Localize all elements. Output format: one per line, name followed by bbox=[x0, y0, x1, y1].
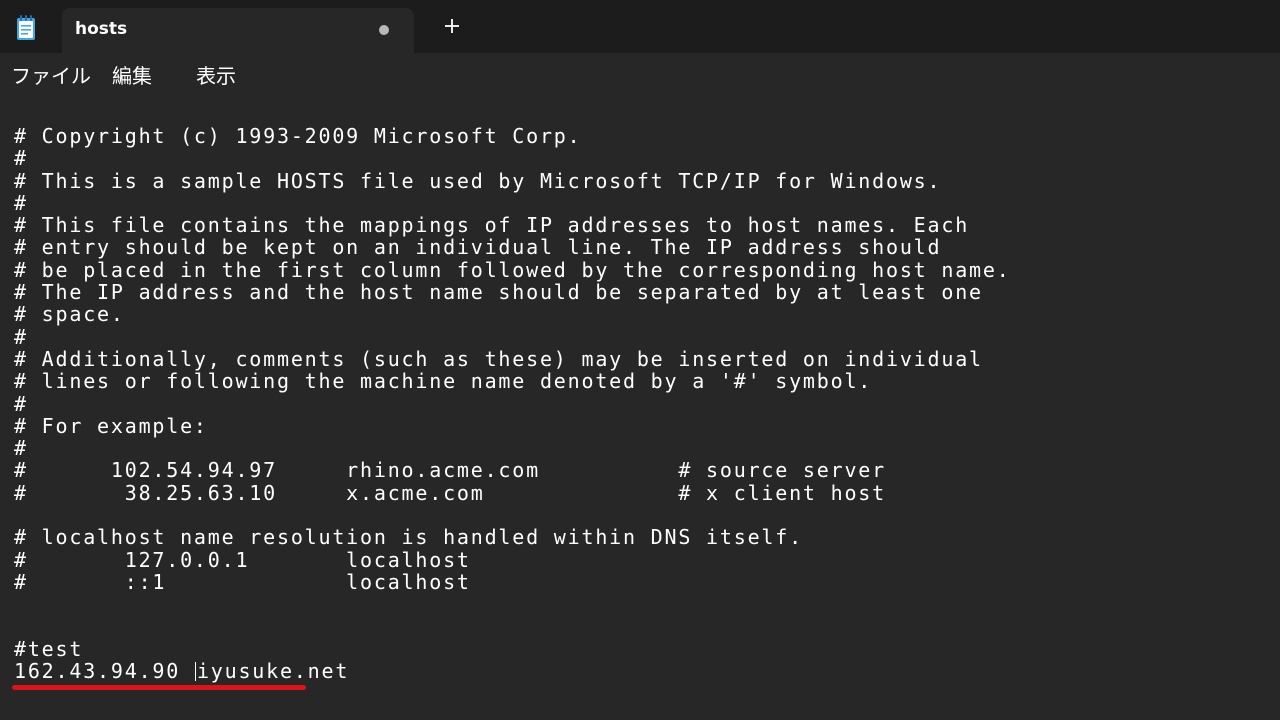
editor-line: # For example: bbox=[14, 413, 208, 438]
editor-line: # Additionally, comments (such as these)… bbox=[14, 346, 983, 371]
editor-line: # bbox=[14, 146, 28, 171]
editor-line: #test bbox=[14, 636, 84, 661]
plus-icon[interactable] bbox=[440, 14, 464, 38]
text-editor[interactable]: # Copyright (c) 1993-2009 Microsoft Corp… bbox=[0, 101, 1280, 720]
editor-line: # localhost name resolution is handled w… bbox=[14, 525, 803, 550]
menu-file[interactable]: ファイル bbox=[11, 63, 91, 89]
editor-line: # bbox=[14, 190, 28, 215]
menu-view[interactable]: 表示 bbox=[196, 63, 236, 89]
notepad-icon bbox=[17, 15, 35, 40]
editor-line: # bbox=[14, 324, 28, 349]
editor-line: # Copyright (c) 1993-2009 Microsoft Corp… bbox=[14, 124, 582, 148]
editor-line: # 127.0.0.1 localhost bbox=[14, 547, 471, 572]
tab-hosts[interactable]: hosts bbox=[62, 8, 414, 53]
editor-line: # bbox=[14, 391, 28, 416]
highlight-underline bbox=[12, 685, 306, 690]
text-caret bbox=[194, 662, 196, 682]
tab-title: hosts bbox=[75, 19, 128, 39]
editor-content[interactable]: # Copyright (c) 1993-2009 Microsoft Corp… bbox=[14, 125, 1011, 682]
menu-edit[interactable]: 編集 bbox=[112, 63, 152, 89]
editor-last-line: 162.43.94.90 iyusuke.net bbox=[14, 659, 349, 683]
editor-line: # The IP address and the host name shoul… bbox=[14, 280, 983, 305]
editor-line: # space. bbox=[14, 302, 125, 327]
hostname-text: iyusuke.net bbox=[196, 659, 350, 684]
editor-line: # 102.54.94.97 rhino.acme.com # source s… bbox=[14, 458, 886, 483]
menu-bar: ファイル 編集 表示 bbox=[0, 53, 1280, 101]
editor-line: # This file contains the mappings of IP … bbox=[14, 213, 970, 238]
unsaved-dot-icon[interactable] bbox=[379, 25, 389, 35]
editor-line: # entry should be kept on an individual … bbox=[14, 235, 942, 260]
editor-line: # bbox=[14, 436, 28, 461]
editor-line: # lines or following the machine name de… bbox=[14, 369, 873, 394]
ip-address-text: 162.43.94.90 bbox=[14, 659, 194, 684]
editor-line: # ::1 localhost bbox=[14, 569, 471, 594]
title-bar: hosts bbox=[0, 0, 1280, 53]
editor-line: # 38.25.63.10 x.acme.com # x client host bbox=[14, 480, 886, 505]
editor-line: # be placed in the first column followed… bbox=[14, 257, 1011, 282]
editor-line: # This is a sample HOSTS file used by Mi… bbox=[14, 168, 942, 193]
